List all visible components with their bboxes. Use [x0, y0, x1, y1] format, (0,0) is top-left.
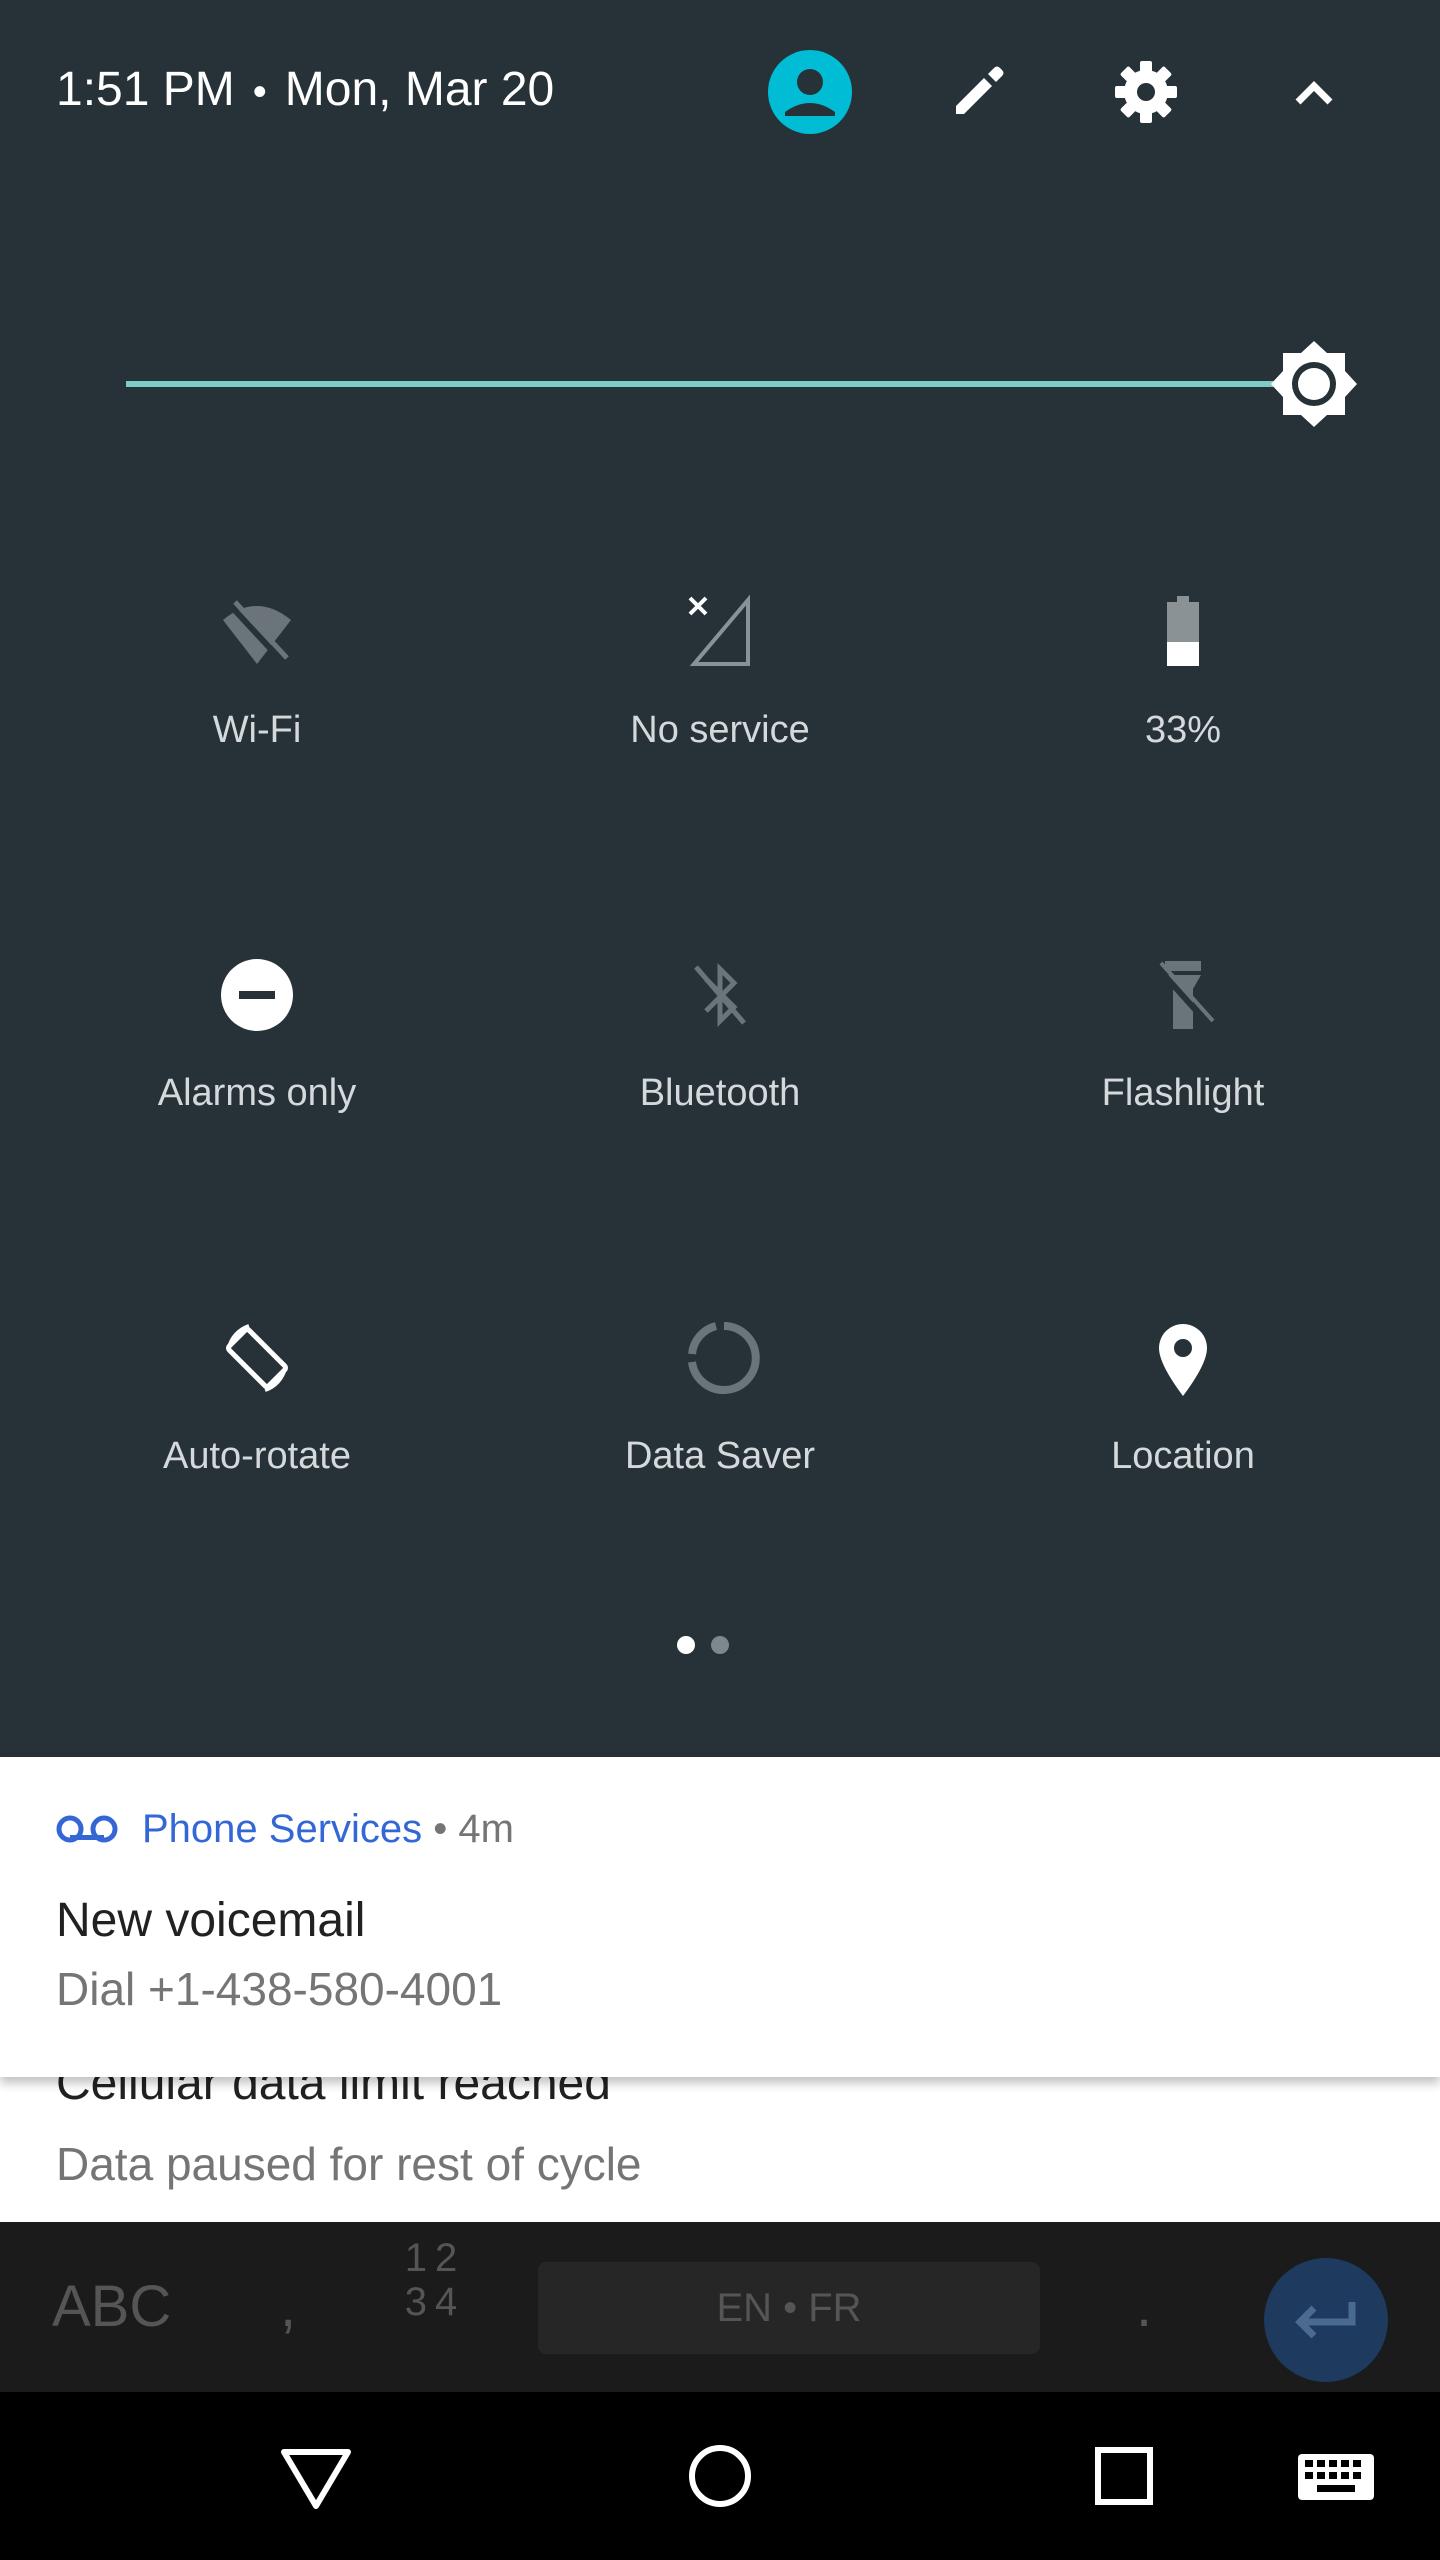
wifi-off-icon [215, 590, 299, 674]
tile-label: Location [1111, 1435, 1255, 1477]
back-icon [281, 2449, 351, 2509]
period-key[interactable]: . [1136, 2274, 1152, 2340]
numbers-key-top: 12 [404, 2236, 466, 2280]
auto-rotate-icon [215, 1316, 299, 1400]
recents-icon [1095, 2447, 1153, 2505]
notification-title: New voicemail [56, 1894, 366, 1947]
notification-body: Data paused for rest of cycle [56, 2138, 642, 2190]
keyboard-bar: ABC , 12 34 EN • FR . [0, 2222, 1440, 2392]
tile-cellular[interactable]: No service [510, 590, 930, 840]
tile-label: Wi-Fi [212, 709, 302, 751]
tile-label: Flashlight [1101, 1072, 1265, 1114]
enter-key[interactable] [1264, 2258, 1388, 2382]
page-indicator-active [677, 1636, 695, 1654]
home-icon [689, 2445, 751, 2507]
tile-label: Auto-rotate [163, 1435, 351, 1477]
navigation-bar [0, 2392, 1440, 2560]
abc-key[interactable]: ABC [52, 2274, 171, 2340]
tile-label: Data Saver [624, 1435, 816, 1477]
tile-location[interactable]: Location [973, 1316, 1393, 1566]
numbers-key[interactable]: 12 34 [400, 2236, 470, 2324]
location-icon [1141, 1316, 1225, 1400]
tile-auto-rotate[interactable]: Auto-rotate [47, 1316, 467, 1566]
notification-data-limit[interactable]: Cellular data limit reached Data paused … [0, 2060, 1440, 2222]
data-saver-icon [678, 1316, 762, 1400]
comma-key[interactable]: , [280, 2274, 296, 2340]
page-indicator [711, 1636, 729, 1654]
header-separator: • [433, 1807, 448, 1851]
edit-icon[interactable] [936, 50, 1020, 134]
notification-voicemail[interactable]: Phone Services • 4m New voicemail Dial +… [0, 1757, 1440, 2077]
battery-icon [1141, 590, 1225, 674]
tile-battery[interactable]: 33% [973, 590, 1393, 840]
settings-icon[interactable] [1104, 50, 1188, 134]
app-name: Phone Services [142, 1807, 423, 1851]
brightness-thumb[interactable] [1269, 339, 1359, 429]
quick-settings-panel: 1:51 PM • Mon, Mar 20 Wi-Fi No service 3… [0, 0, 1440, 1757]
notification-age: 4m [458, 1807, 514, 1851]
header-date[interactable]: Mon, Mar 20 [285, 63, 554, 116]
signal-no-service-icon [678, 590, 762, 674]
voicemail-icon [56, 1812, 118, 1846]
bluetooth-off-icon [678, 953, 762, 1037]
recents-button[interactable] [1080, 2432, 1168, 2520]
numbers-key-bottom: 34 [404, 2280, 466, 2324]
account-icon[interactable] [768, 50, 852, 134]
tile-label: Bluetooth [639, 1072, 801, 1114]
tile-label: 33% [1144, 709, 1222, 751]
clock-time: 1:51 PM [56, 63, 235, 116]
flashlight-off-icon [1141, 953, 1225, 1037]
tile-wifi[interactable]: Wi-Fi [47, 590, 467, 840]
tile-flashlight[interactable]: Flashlight [973, 953, 1393, 1203]
do-not-disturb-icon [215, 953, 299, 1037]
tile-label: Alarms only [157, 1072, 357, 1114]
brightness-slider[interactable] [126, 381, 1314, 387]
tile-data-saver[interactable]: Data Saver [510, 1316, 930, 1566]
collapse-icon[interactable] [1272, 50, 1356, 134]
status-header: 1:51 PM • Mon, Mar 20 [56, 60, 554, 120]
keyboard-icon [1298, 2454, 1374, 2500]
tile-do-not-disturb[interactable]: Alarms only [47, 953, 467, 1203]
header-separator: • [252, 70, 267, 114]
notification-body: Dial +1-438-580-4001 [56, 1963, 503, 2015]
space-key[interactable]: EN • FR [538, 2262, 1040, 2354]
enter-icon [1295, 2302, 1356, 2339]
home-button[interactable] [676, 2432, 764, 2520]
tile-bluetooth[interactable]: Bluetooth [510, 953, 930, 1203]
keyboard-switch-button[interactable] [1292, 2432, 1380, 2520]
notification-header: Phone Services • 4m [142, 1801, 514, 1857]
back-button[interactable] [272, 2432, 360, 2520]
tile-label: No service [630, 709, 810, 751]
